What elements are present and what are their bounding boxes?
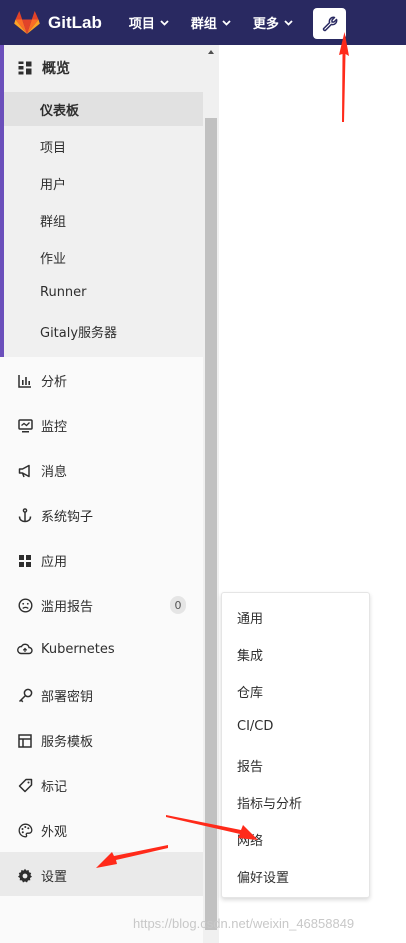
sidebar-item-analytics[interactable]: 分析	[17, 371, 67, 390]
nav-projects-label: 项目	[128, 17, 155, 32]
active-item-highlight	[4, 92, 203, 126]
sidebar-item-kubernetes[interactable]: Kubernetes	[17, 641, 115, 657]
nav-groups-label: 群组	[190, 17, 217, 32]
sidebar-item-overview[interactable]: 概览	[18, 58, 70, 78]
megaphone-icon	[17, 463, 33, 479]
sidebar-item-label: 标记	[41, 780, 68, 795]
gear-icon	[17, 868, 33, 884]
chart-icon	[17, 373, 33, 389]
sidebar-item-settings[interactable]: 设置	[17, 866, 67, 885]
nav-groups[interactable]: 群组	[191, 13, 231, 32]
sidebar-item-service-templates[interactable]: 服务模板	[17, 731, 93, 750]
sidebar-item-overview-label: 概览	[42, 61, 70, 77]
monitor-icon	[17, 418, 33, 434]
wrench-icon	[322, 16, 337, 31]
gitlab-tanuki-icon	[14, 10, 40, 34]
sidebar-subitem-gitaly-servers[interactable]: Gitaly服务器	[40, 322, 117, 341]
brand-name: GitLab	[48, 12, 102, 32]
sidebar-item-abuse-reports[interactable]: 滥用报告	[17, 596, 93, 615]
sidebar-subitem-projects[interactable]: 项目	[40, 137, 66, 156]
flyout-item-repository[interactable]: 仓库	[237, 682, 263, 701]
sidebar-item-label: 滥用报告	[41, 600, 94, 615]
sidebar-item-messages[interactable]: 消息	[17, 461, 67, 480]
top-navbar: GitLab 项目 群组 更多	[0, 0, 406, 45]
sidebar-item-label: 系统钩子	[41, 510, 94, 525]
sidebar-subitem-jobs[interactable]: 作业	[40, 248, 66, 267]
sidebar-item-deploy-keys[interactable]: 部署密钥	[17, 686, 93, 705]
sidebar-item-monitoring[interactable]: 监控	[17, 416, 67, 435]
count-badge: 0	[170, 596, 186, 614]
sidebar-section-overview: 概览 仪表板 项目 用户 群组 作业 Runner Gitaly服务器	[0, 45, 203, 357]
sidebar-item-label: 应用	[41, 555, 68, 570]
sidebar-item-label: 分析	[41, 375, 68, 390]
frown-icon	[17, 598, 33, 614]
sidebar-item-label: Kubernetes	[41, 641, 115, 657]
sidebar-subitem-groups[interactable]: 群组	[40, 211, 66, 230]
key-icon	[17, 688, 33, 704]
nav-more-label: 更多	[252, 17, 279, 32]
chevron-down-icon	[160, 19, 169, 26]
sidebar-scrollbar-thumb[interactable]	[205, 118, 217, 930]
sidebar-item-applications[interactable]: 应用	[17, 551, 67, 570]
sidebar-item-label: 设置	[41, 870, 68, 885]
flyout-item-integrations[interactable]: 集成	[237, 645, 263, 664]
scroll-up-arrow-icon[interactable]	[206, 47, 216, 57]
anchor-icon	[17, 508, 33, 524]
gitlab-logo[interactable]: GitLab	[14, 10, 102, 35]
sidebar-subitem-users[interactable]: 用户	[40, 174, 66, 193]
sidebar-subitem-runners[interactable]: Runner	[40, 285, 87, 300]
template-icon	[17, 733, 33, 749]
chevron-down-icon	[284, 19, 293, 26]
sidebar-item-labels[interactable]: 标记	[17, 776, 67, 795]
tag-icon	[17, 778, 33, 794]
sidebar-subitem-dashboard[interactable]: 仪表板	[40, 100, 79, 119]
sidebar-item-label: 监控	[41, 420, 68, 435]
flyout-item-metrics[interactable]: 指标与分析	[237, 793, 302, 812]
sidebar-item-label: 消息	[41, 465, 68, 480]
sidebar-item-label: 服务模板	[41, 735, 94, 750]
chevron-down-icon	[222, 19, 231, 26]
nav-more[interactable]: 更多	[253, 13, 293, 32]
sidebar-item-appearance[interactable]: 外观	[17, 821, 67, 840]
grid-icon	[18, 61, 32, 75]
apps-icon	[17, 553, 33, 569]
flyout-item-network[interactable]: 网络	[237, 830, 263, 849]
sidebar-item-label: 部署密钥	[41, 690, 94, 705]
sidebar-item-system-hooks[interactable]: 系统钩子	[17, 506, 93, 525]
palette-icon	[17, 823, 33, 839]
settings-flyout-menu: 通用 集成 仓库 CI/CD 报告 指标与分析 网络 偏好设置	[221, 592, 370, 898]
flyout-item-preferences[interactable]: 偏好设置	[237, 867, 289, 886]
cloud-icon	[17, 641, 33, 657]
nav-projects[interactable]: 项目	[129, 13, 169, 32]
flyout-item-ci-cd[interactable]: CI/CD	[237, 719, 273, 734]
sidebar-item-label: 外观	[41, 825, 68, 840]
admin-area-button[interactable]	[313, 8, 346, 39]
flyout-item-reporting[interactable]: 报告	[237, 756, 263, 775]
flyout-item-general[interactable]: 通用	[237, 608, 263, 627]
watermark: https://blog.csdn.net/weixin_46858849	[133, 916, 355, 931]
